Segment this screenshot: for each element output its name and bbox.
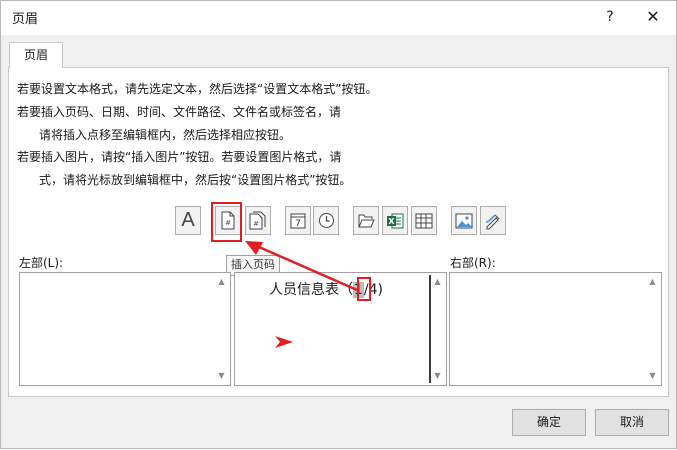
insert-picture-icon (455, 213, 473, 228)
title-bar: 页眉 ? ✕ (1, 1, 676, 35)
insert-sheet-name-button[interactable] (411, 206, 437, 235)
format-picture-icon (485, 213, 500, 229)
format-text-button[interactable]: A (175, 206, 201, 235)
insert-date-icon: 7 (290, 213, 306, 229)
instruction-line-2: 若要插入页码、日期、时间、文件路径、文件名或标签名，请 (17, 105, 342, 119)
scroll-down-icon[interactable]: ▼ (644, 369, 661, 383)
svg-text:#: # (253, 220, 259, 228)
right-scrollbar[interactable]: ▲ ▼ (644, 273, 661, 385)
insert-date-button[interactable]: 7 (285, 206, 311, 235)
format-text-icon: A (181, 209, 195, 231)
left-section-input[interactable]: ▲ ▼ (19, 272, 231, 386)
scroll-up-icon[interactable]: ▲ (644, 275, 661, 289)
insert-page-count-icon: # (249, 211, 266, 230)
ok-button[interactable]: 确定 (512, 409, 586, 436)
insert-file-name-button[interactable]: X (382, 206, 408, 235)
tab-header[interactable]: 页眉 (9, 42, 63, 68)
scroll-down-icon[interactable]: ▼ (213, 369, 230, 383)
close-button[interactable]: ✕ (641, 5, 665, 29)
format-picture-button[interactable] (480, 206, 506, 235)
header-dialog: 页眉 ? ✕ 页眉 若要设置文本格式，请先选定文本，然后选择“设置文本格式”按钮… (0, 0, 677, 449)
instruction-line-1: 若要设置文本格式，请先选定文本，然后选择“设置文本格式”按钮。 (17, 82, 378, 96)
center-scrollbar[interactable]: ▲ ▼ (429, 273, 446, 385)
scroll-up-icon[interactable]: ▲ (213, 275, 230, 289)
insert-file-path-icon (358, 214, 375, 228)
insert-file-name-icon: X (387, 213, 404, 228)
scroll-down-icon[interactable]: ▼ (429, 369, 446, 383)
insert-page-count-button[interactable]: # (245, 206, 271, 235)
cancel-button[interactable]: 取消 (595, 409, 669, 436)
right-section-label: 右部(R): (450, 256, 496, 270)
svg-text:7: 7 (295, 219, 301, 229)
instruction-line-4: 若要插入图片，请按“插入图片”按钮。若要设置图片格式，请 (17, 150, 342, 164)
insert-picture-button[interactable] (451, 206, 477, 235)
insert-time-icon (318, 213, 334, 228)
scroll-up-icon[interactable]: ▲ (429, 275, 446, 289)
center-text-prefix: 人员信息表（ (269, 282, 353, 298)
instruction-line-3: 请将插入点移至编辑框内，然后选择相应按钮。 (39, 128, 292, 142)
help-button[interactable]: ? (598, 5, 622, 29)
left-scrollbar[interactable]: ▲ ▼ (213, 273, 230, 385)
cursor-highlight (357, 277, 371, 301)
dialog-title: 页眉 (12, 12, 39, 27)
page-number-highlight (211, 202, 242, 242)
right-section-input[interactable]: ▲ ▼ (449, 272, 662, 386)
insert-time-button[interactable] (313, 206, 339, 235)
insert-file-path-button[interactable] (353, 206, 379, 235)
instruction-line-5: 式，请将光标放到编辑框中，然后按“设置图片格式”按钮。 (39, 173, 352, 187)
svg-text:X: X (388, 217, 395, 226)
center-section-input[interactable]: 人员信息表（1/4) ▲ ▼ (234, 272, 447, 386)
left-section-label: 左部(L): (19, 256, 64, 270)
scrollbar-track (429, 275, 431, 383)
insert-sheet-name-icon (415, 213, 433, 228)
